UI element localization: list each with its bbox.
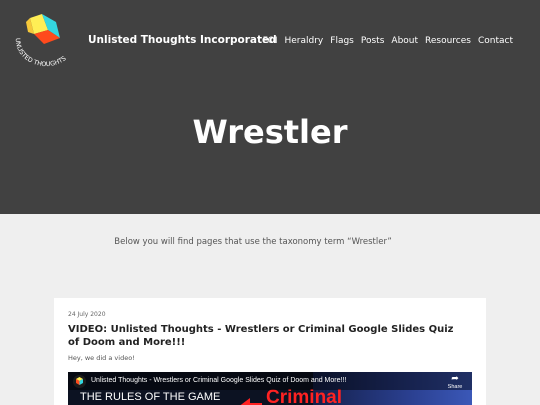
taxonomy-intro: Below you will find pages that use the t… [114,237,392,247]
nav-item-resources[interactable]: Resources [425,36,471,46]
video-overlay-text: THE RULES OF THE GAME [80,391,221,403]
video-title[interactable]: Unlisted Thoughts - Wrestlers or Crimina… [91,377,346,384]
main-nav: FOI Heraldry Flags Posts About Resources… [263,36,513,46]
nav-item-foi[interactable]: FOI [263,36,278,46]
site-header: UNLISTED THOUGHTS Unlisted Thoughts Inco… [0,0,540,214]
svg-text:UNLISTED THOUGHTS: UNLISTED THOUGHTS [14,38,68,68]
share-label: Share [447,384,463,390]
cube-logo-icon[interactable]: UNLISTED THOUGHTS [12,12,80,72]
post-title-link[interactable]: VIDEO: Unlisted Thoughts - Wrestlers or … [68,323,468,349]
site-name[interactable]: Unlisted Thoughts Incorporated [88,34,277,46]
share-arrow-icon: ➦ [451,374,459,384]
post-excerpt: Hey, we did a video! [68,354,135,362]
red-arrow-icon [240,398,262,405]
channel-avatar-icon[interactable] [73,375,86,388]
nav-item-contact[interactable]: Contact [478,36,513,46]
nav-item-posts[interactable]: Posts [361,36,385,46]
nav-item-heraldry[interactable]: Heraldry [285,36,324,46]
post-card: 24 July 2020 VIDEO: Unlisted Thoughts - … [54,298,486,405]
logo-text: UNLISTED THOUGHTS [14,38,68,68]
youtube-embed[interactable]: THE RULES OF THE GAME Criminal Unlisted … [68,372,472,405]
nav-item-flags[interactable]: Flags [330,36,354,46]
nav-item-about[interactable]: About [391,36,418,46]
post-date: 24 July 2020 [68,311,106,318]
page-title: Wrestler [192,113,348,151]
share-button[interactable]: ➦ Share [444,374,466,391]
video-title-bar: Unlisted Thoughts - Wrestlers or Crimina… [68,372,472,390]
